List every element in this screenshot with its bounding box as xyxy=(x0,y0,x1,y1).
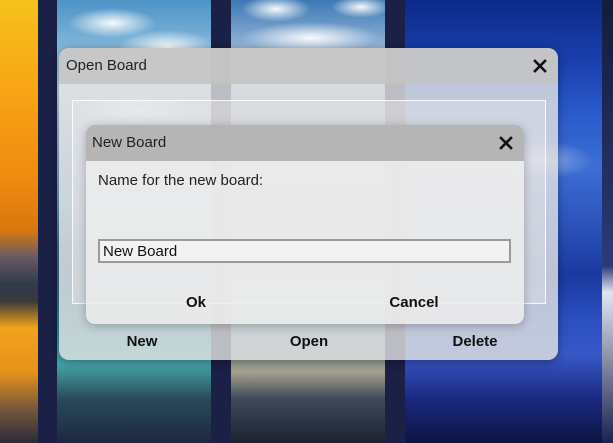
new-board-dialog: New Board Name for the new board: Ok Can… xyxy=(86,125,524,324)
new-board-title: New Board xyxy=(92,134,167,151)
delete-button[interactable]: Delete xyxy=(412,328,538,354)
board-name-input[interactable] xyxy=(98,239,511,263)
new-board-titlebar: New Board xyxy=(86,125,524,161)
new-button[interactable]: New xyxy=(79,328,205,354)
open-board-title: Open Board xyxy=(66,57,147,74)
cancel-button[interactable]: Cancel xyxy=(354,289,474,315)
ok-button[interactable]: Ok xyxy=(136,289,256,315)
open-button[interactable]: Open xyxy=(246,328,372,354)
open-board-titlebar: Open Board xyxy=(59,48,558,84)
board-name-prompt: Name for the new board: xyxy=(98,172,264,189)
background-panel-edge xyxy=(602,0,613,443)
background-panel-sunset xyxy=(0,0,38,443)
background-gap xyxy=(38,0,57,443)
close-icon[interactable] xyxy=(499,136,517,154)
close-icon[interactable] xyxy=(533,59,551,77)
